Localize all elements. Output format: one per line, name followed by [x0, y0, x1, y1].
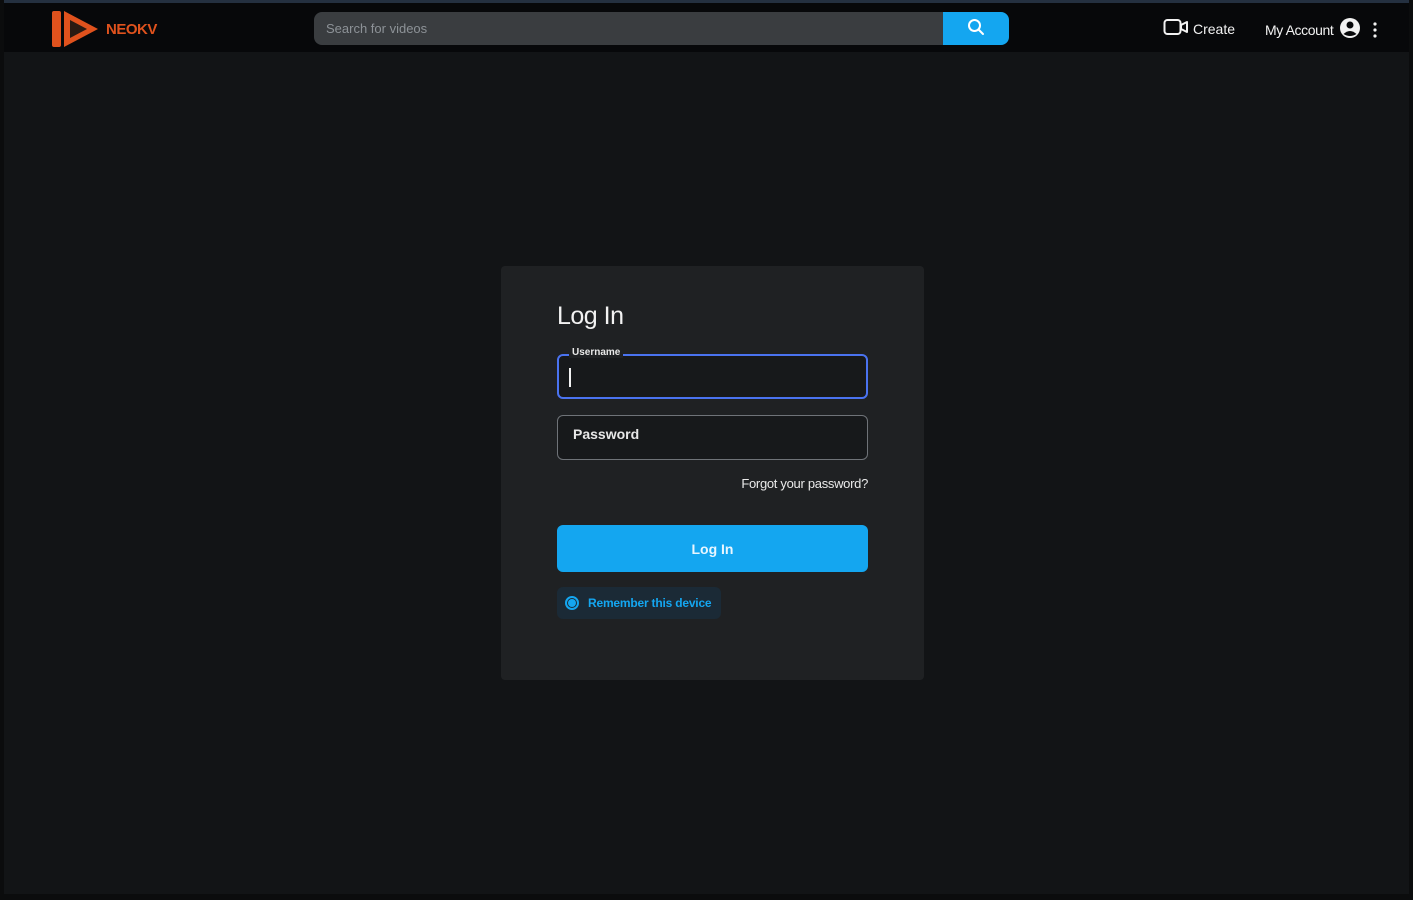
password-input[interactable]	[558, 416, 867, 459]
site-logo[interactable]: NEOKV	[48, 9, 157, 49]
remember-device-label: Remember this device	[588, 596, 712, 610]
login-submit-button[interactable]: Log In	[557, 525, 868, 572]
create-label: Create	[1193, 20, 1236, 37]
more-vertical-icon[interactable]	[1368, 19, 1382, 41]
search-bar	[314, 12, 1009, 45]
remember-device-option[interactable]: Remember this device	[557, 587, 722, 619]
forgot-password-link[interactable]: Forgot your password?	[741, 476, 868, 491]
username-field: Username	[557, 347, 868, 399]
login-title: Log In	[557, 302, 624, 330]
search-icon	[967, 18, 985, 39]
user-circle-icon	[1339, 17, 1361, 42]
logo-text: NEOKV	[106, 20, 157, 38]
my-account-button[interactable]: My Account	[1265, 17, 1361, 42]
search-button[interactable]	[943, 12, 1009, 45]
video-camera-icon	[1163, 18, 1189, 39]
username-label: Username	[569, 347, 624, 358]
top-navigation-bar: NEOKV Create M	[4, 0, 1409, 52]
search-input[interactable]	[314, 12, 943, 45]
username-input[interactable]	[559, 356, 866, 397]
remember-radio[interactable]	[565, 596, 579, 610]
create-button[interactable]: Create	[1163, 18, 1235, 39]
my-account-label: My Account	[1265, 21, 1334, 38]
radio-selected-dot	[568, 599, 576, 607]
play-logo-icon	[48, 9, 102, 49]
app-window: NEOKV Create M	[0, 0, 1413, 900]
login-card: Log In Username Password Forgot your pas…	[501, 266, 924, 680]
text-cursor	[569, 368, 571, 387]
password-field: Password	[557, 415, 868, 460]
